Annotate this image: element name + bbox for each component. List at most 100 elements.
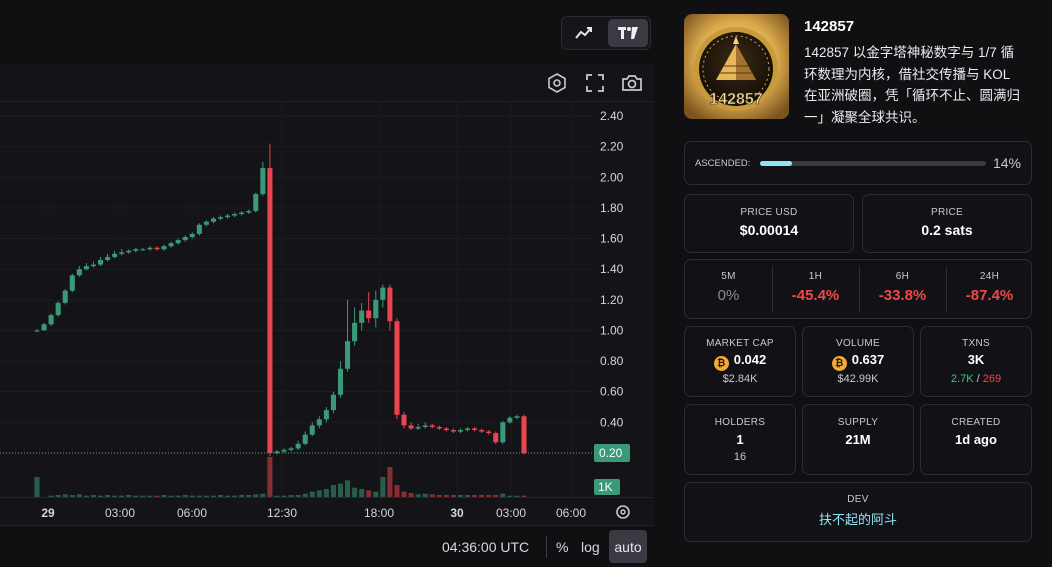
- price-change-card: 5M 0% 1H -45.4% 6H -33.8% 24H -87.4%: [684, 259, 1032, 319]
- volume-bar: [316, 490, 322, 497]
- fullscreen-icon[interactable]: [584, 72, 606, 94]
- candle: [225, 215, 231, 218]
- price-label: PRICE: [930, 207, 964, 218]
- candle: [514, 416, 520, 418]
- candle: [345, 341, 351, 369]
- supply-label: SUPPLY: [837, 417, 879, 428]
- time-tick-label: 18:00: [364, 506, 394, 520]
- volume-bar: [352, 487, 358, 497]
- volume-bar: [323, 489, 329, 497]
- price-change-1h: 1H -45.4%: [772, 260, 859, 318]
- log-scale-button[interactable]: log: [581, 539, 600, 555]
- price-change-label: 5M: [721, 271, 736, 282]
- created-card: CREATED 1d ago: [920, 404, 1032, 475]
- token-logo: 142857: [684, 14, 789, 119]
- candle: [34, 330, 40, 332]
- candle: [90, 264, 97, 267]
- candle: [436, 426, 442, 429]
- camera-icon[interactable]: [621, 72, 643, 94]
- price-usd-value: $0.00014: [739, 222, 799, 238]
- candle: [267, 168, 273, 453]
- price-tick-label: 2.40: [600, 109, 624, 123]
- ascended-progress-bar: [760, 161, 986, 166]
- candle: [521, 416, 527, 453]
- candle: [387, 287, 393, 322]
- chart-panel: 2.40 2.20 2.00 1.80 1.60 1.40 1.20 1.00 0.80 0.60…: [0, 0, 664, 567]
- volume-bar: [34, 477, 40, 497]
- candle: [281, 449, 287, 452]
- price-tick-label: 2.00: [600, 170, 624, 184]
- time-axis-settings-icon: [616, 505, 630, 519]
- tradingview-chart-button[interactable]: [608, 19, 648, 47]
- ascended-percent: 14%: [992, 155, 1021, 171]
- candle: [161, 246, 167, 250]
- candle: [260, 168, 266, 195]
- candle: [140, 249, 146, 251]
- candle: [373, 299, 379, 319]
- auto-scale-button[interactable]: auto: [609, 530, 647, 563]
- created-value: 1d ago: [955, 432, 997, 447]
- price-change-6h: 6H -33.8%: [859, 260, 946, 318]
- candle: [62, 290, 68, 303]
- holders-sub: 16: [733, 451, 747, 463]
- holders-card: HOLDERS 1 16: [684, 404, 796, 475]
- price-usd-label: PRICE USD: [740, 207, 798, 218]
- dev-card[interactable]: DEV 扶不起的阿斗: [684, 482, 1032, 542]
- candle: [422, 425, 428, 427]
- divider: [772, 266, 773, 312]
- candle: [112, 253, 118, 257]
- price-tick-label: 0.60: [600, 385, 624, 399]
- txns-card: TXNS 3K 2.7K / 269: [920, 326, 1032, 397]
- candle: [196, 224, 202, 234]
- candle: [486, 431, 492, 434]
- price-tick-label: 0.80: [600, 354, 624, 368]
- candle: [69, 275, 75, 291]
- price-tick-label: 2.20: [600, 140, 624, 154]
- volume-label: VOLUME: [835, 338, 881, 349]
- price-axis[interactable]: 2.40 2.20 2.00 1.80 1.60 1.40 1.20 1.00 0.80 0.60…: [592, 102, 654, 497]
- volume-card: VOLUME ₿ 0.637 $42.99K: [802, 326, 914, 397]
- price-tick-label: 1.80: [600, 201, 624, 215]
- percent-scale-button[interactable]: %: [556, 539, 568, 555]
- candle: [316, 419, 322, 426]
- dev-name-link[interactable]: 扶不起的阿斗: [685, 509, 1031, 528]
- candlestick-plot[interactable]: [0, 102, 592, 497]
- candle: [323, 410, 329, 420]
- time-axis[interactable]: 29 03:00 06:00 12:30 18:00 30 03:00 06:00: [0, 497, 654, 525]
- price-change-value: 0%: [717, 287, 740, 304]
- tradingview-icon: [618, 27, 638, 39]
- price-tick-label: 1.60: [600, 232, 624, 246]
- candle: [210, 218, 216, 222]
- volume-label: 1K: [598, 480, 613, 494]
- token-description: 142857 以金字塔神秘数字与 1/7 循环数理为内核，借社交传播与 KOL …: [804, 45, 1020, 125]
- candle: [41, 324, 47, 331]
- txns-breakdown: 2.7K / 269: [950, 373, 1002, 385]
- price-tick-label: 0.40: [600, 415, 624, 429]
- candle: [147, 247, 153, 250]
- candle: [55, 302, 61, 316]
- candle: [182, 237, 188, 241]
- volume-bar: [359, 489, 365, 497]
- chart-style-toggle: [561, 16, 651, 50]
- candle: [415, 426, 421, 429]
- candle: [450, 430, 456, 432]
- volume-bar: [267, 457, 273, 497]
- time-tick-label: 12:30: [267, 506, 297, 520]
- supply-card: SUPPLY 21M: [802, 404, 914, 475]
- txns-label: TXNS: [962, 338, 990, 349]
- candle: [429, 425, 435, 427]
- price-value: 0.2 sats: [921, 222, 973, 238]
- price-change-24h: 24H -87.4%: [946, 260, 1033, 318]
- indicator-hexagon-icon[interactable]: [546, 72, 568, 94]
- volume-bar: [330, 485, 336, 497]
- candle: [154, 247, 160, 250]
- line-chart-button[interactable]: [564, 19, 604, 47]
- candle: [380, 287, 386, 300]
- candle: [309, 425, 315, 435]
- candle: [472, 428, 478, 431]
- token-logo-text: 142857: [709, 91, 762, 108]
- divider: [946, 266, 947, 312]
- candle: [394, 321, 400, 415]
- price-sats-card: PRICE 0.2 sats: [862, 194, 1032, 253]
- volume-usd: $42.99K: [837, 373, 879, 385]
